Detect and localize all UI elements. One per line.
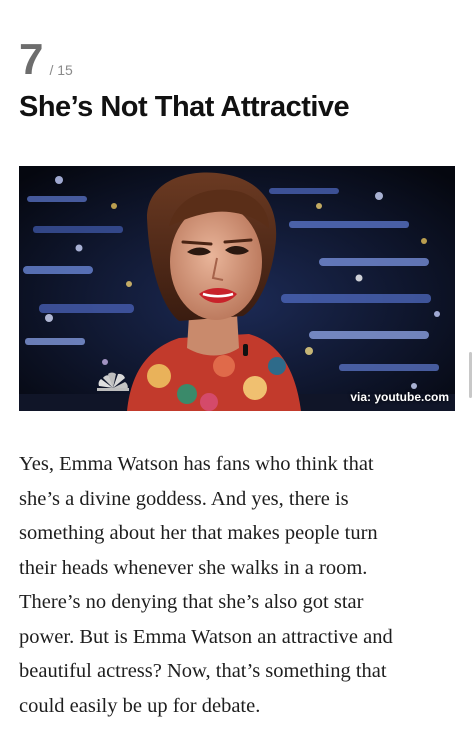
- article-image[interactable]: via: youtube.com: [19, 166, 455, 411]
- article-image-illustration: [19, 166, 455, 411]
- image-credit: via: youtube.com: [350, 390, 449, 404]
- slide-number: 7: [19, 35, 44, 84]
- slide-counter: 7 / 15: [19, 35, 73, 84]
- article-body-paragraph: Yes, Emma Watson has fans who think that…: [19, 453, 393, 717]
- slide-total: / 15: [49, 62, 73, 78]
- article-title: She’s Not That Attractive: [19, 91, 350, 123]
- scrollbar-thumb[interactable]: [469, 352, 472, 398]
